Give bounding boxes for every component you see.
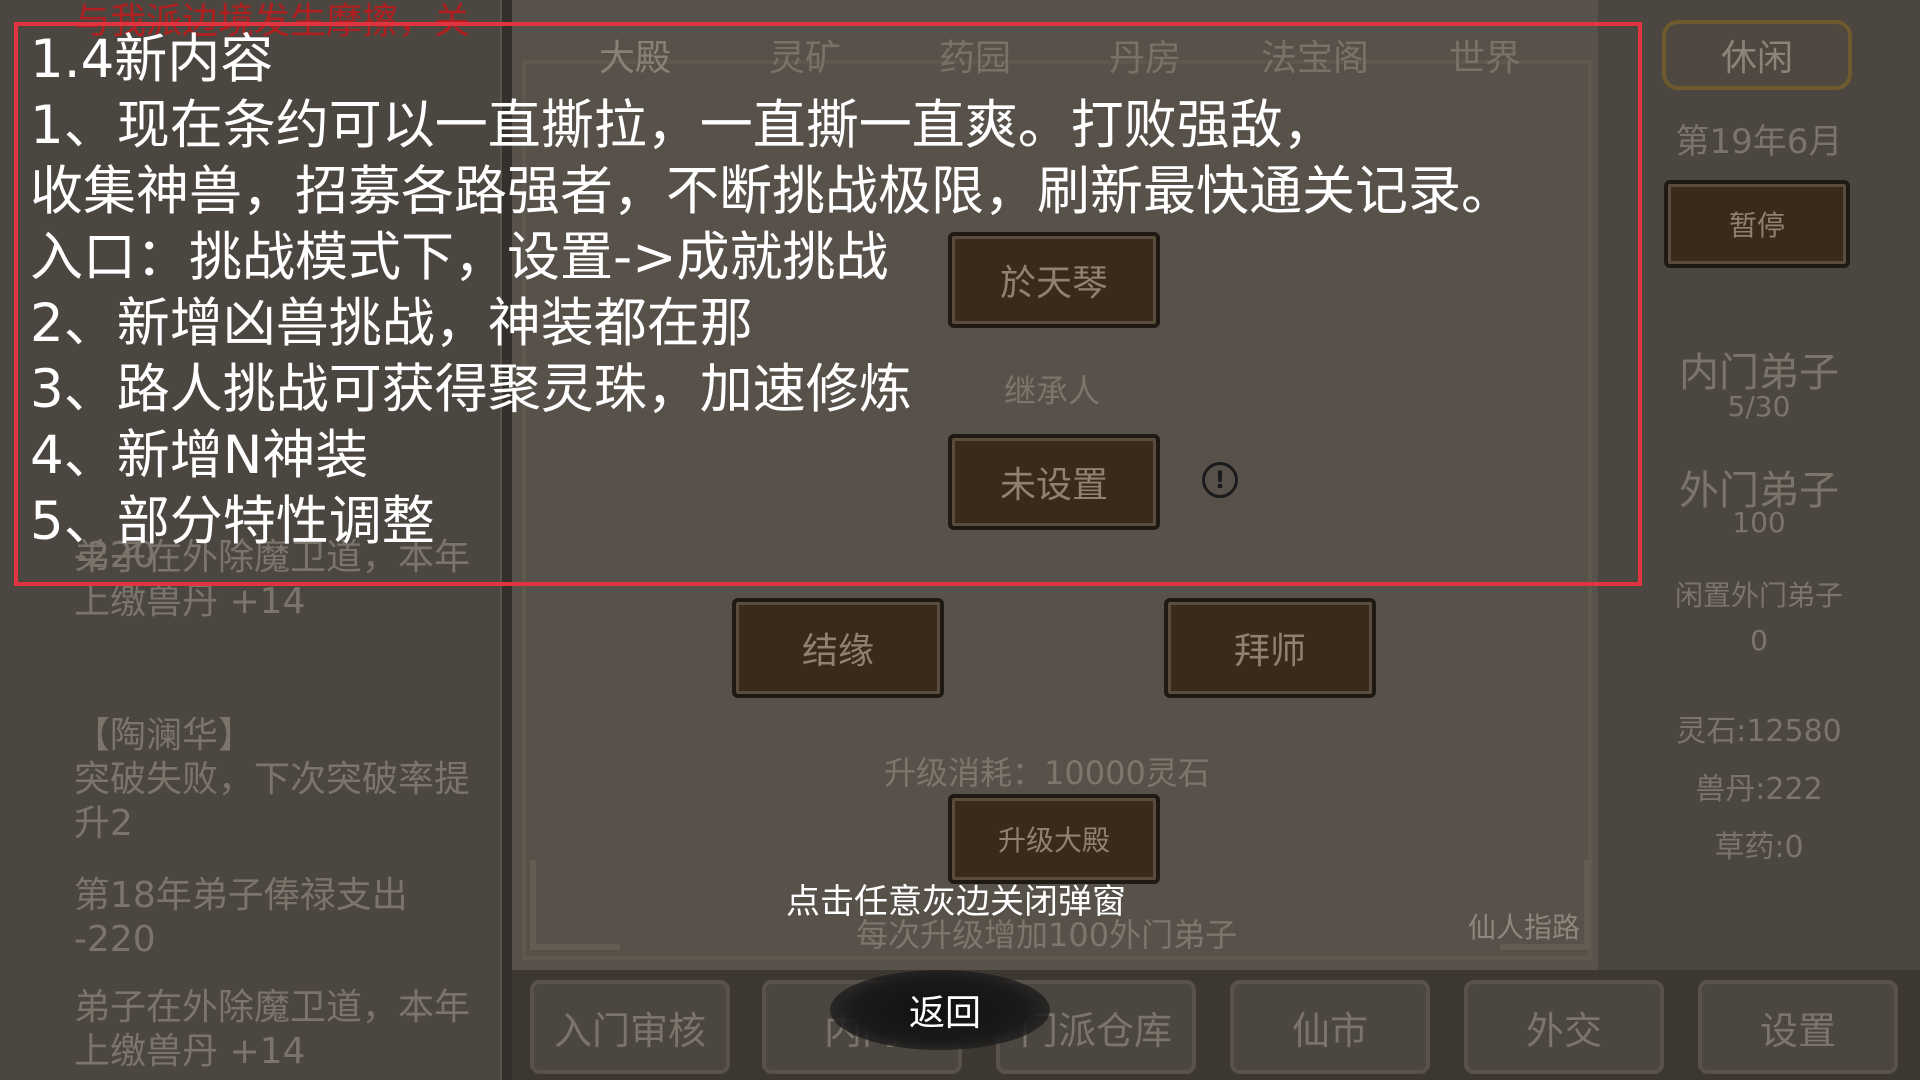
outer-disciples-count: 100 <box>1732 506 1786 539</box>
pause-button[interactable]: 暂停 <box>1664 180 1850 268</box>
upgrade-hall-button[interactable]: 升级大殿 <box>948 794 1160 884</box>
log-entry-line: -220 <box>74 919 156 960</box>
close-popup-hint: 点击任意灰边关闭弹窗 <box>786 882 1126 922</box>
log-entry-line: 上缴兽丹 +14 <box>74 581 306 622</box>
log-entry: 第18年弟子俸禄支出 -220 <box>74 874 494 962</box>
log-entry-line: 上缴兽丹 +14 <box>74 1031 306 1072</box>
log-entry-line: 升2 <box>74 803 133 844</box>
log-entry-line: 弟子在外除魔卫道，本年 <box>74 987 471 1028</box>
diplomacy-button[interactable]: 外交 <box>1464 980 1664 1074</box>
return-button-label: 返回 <box>908 993 981 1034</box>
idle-outer-disciples-label: 闲置外门弟子 <box>1674 579 1843 612</box>
popup-line: 1、现在条约可以一直撕拉，一直撕一直爽。打败强敌， <box>30 95 1336 156</box>
spirit-stone-count: 灵石:12580 <box>1676 714 1842 749</box>
beast-pill-count: 兽丹:222 <box>1695 772 1823 807</box>
inner-disciples-count: 5/30 <box>1727 390 1791 423</box>
popup-title: 1.4新内容 <box>30 29 274 90</box>
log-entry-line: 第18年弟子俸禄支出 <box>74 875 408 916</box>
popup-line: 2、新增凶兽挑战，神装都在那 <box>30 293 753 354</box>
immortal-guide-watermark[interactable]: 仙人指路 <box>1468 906 1580 946</box>
settings-button[interactable]: 设置 <box>1698 980 1898 1074</box>
idle-outer-disciples-count: 0 <box>1750 624 1768 657</box>
frame-corner-ornament <box>530 860 620 950</box>
log-entry-line: 【陶澜华】 <box>74 715 255 756</box>
upgrade-cost-label: 升级消耗：10000灵石 <box>884 754 1210 792</box>
return-button[interactable]: 返回 <box>820 960 1070 1060</box>
game-date: 第19年6月 <box>1675 122 1843 162</box>
admission-review-button[interactable]: 入门审核 <box>530 980 730 1074</box>
popup-line: 4、新增N神装 <box>30 425 369 486</box>
popup-line: 5、部分特性调整 <box>30 491 435 552</box>
log-entry: 【陶澜华】 突破失败，下次突破率提 升2 <box>74 714 494 846</box>
popup-line: 收集神兽，招募各路强者，不断挑战极限，刷新最快通关记录。 <box>30 161 1514 222</box>
apprentice-button[interactable]: 拜师 <box>1164 598 1376 698</box>
herb-count: 草药:0 <box>1714 830 1804 865</box>
leisure-mode-button[interactable]: 休闲 <box>1662 20 1852 90</box>
popup-line: 入口：挑战模式下，设置->成就挑战 <box>30 227 889 288</box>
bond-button[interactable]: 结缘 <box>732 598 944 698</box>
log-entry-line: 突破失败，下次突破率提 <box>74 759 471 800</box>
immortal-market-button[interactable]: 仙市 <box>1230 980 1430 1074</box>
log-entry: 弟子在外除魔卫道，本年 上缴兽丹 +14 <box>74 986 494 1074</box>
popup-line: 3、路人挑战可获得聚灵珠，加速修炼 <box>30 359 912 420</box>
